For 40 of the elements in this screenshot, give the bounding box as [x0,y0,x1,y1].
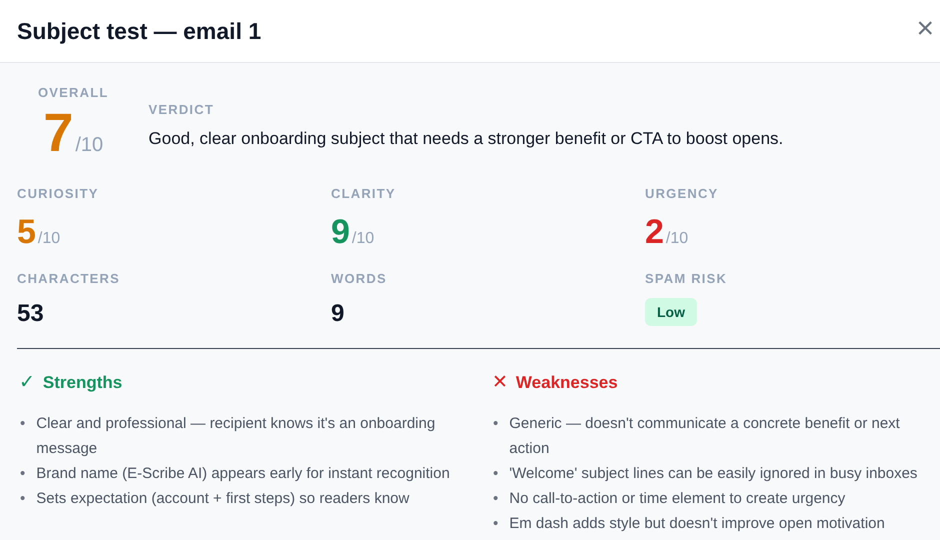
score-label: CLARITY [331,186,397,201]
score-value: 5 [17,215,36,249]
score-max: /10 [666,230,688,248]
bullet: • [20,464,26,484]
score-label: OVERALL [38,85,109,100]
check-icon: ✓ [19,371,35,394]
score-label: URGENCY [645,186,720,201]
list-item: Clear and professional — recipient knows it's an onboarding message [36,414,436,459]
bullet: • [20,489,26,509]
stat-label: SPAM RISK [645,271,728,286]
list-item: Sets expectation (account + first steps) so readers know [36,489,410,509]
score-value: 7 [43,106,74,160]
score-max: /10 [75,134,104,157]
close-button[interactable]: × [910,14,940,48]
bullet: • [493,414,498,434]
score-max: /10 [352,230,374,248]
list-item: Em dash adds style but doesn't improve open motivation [509,514,886,534]
score-max: /10 [38,230,60,248]
bullet: • [20,414,26,434]
score-value: 9 [331,215,350,249]
section-heading: Weaknesses [516,372,618,392]
list-item: Generic — doesn't communicate a concrete benefit or next action [509,414,901,459]
stat-label: WORDS [331,271,388,286]
section-heading: Strengths [42,372,122,392]
list-item: No call-to-action or time element to create urgency [509,489,846,509]
cross-icon: ✕ [492,371,508,394]
verdict-label: VERDICT [148,102,215,117]
score-label: CURIOSITY [17,186,100,201]
verdict-text: Good, clear onboarding subject that needs a stronger benefit or CTA to boost opens. [148,129,784,149]
list-item: 'Welcome' subject lines can be easily ignored in busy inboxes [509,464,918,484]
bullet: • [493,514,498,534]
score-value: 2 [645,215,664,249]
stat-value: 53 [17,300,45,328]
stat-value: 9 [331,300,346,328]
bullet: • [493,464,498,484]
window-title: Subject test — email 1 [17,18,262,44]
stat-label: CHARACTERS [17,271,121,286]
list-item: Brand name (E-Scribe AI) appears early for instant recognition [36,464,451,484]
spam-risk-badge: Low [645,298,697,326]
bullet: • [493,489,498,509]
